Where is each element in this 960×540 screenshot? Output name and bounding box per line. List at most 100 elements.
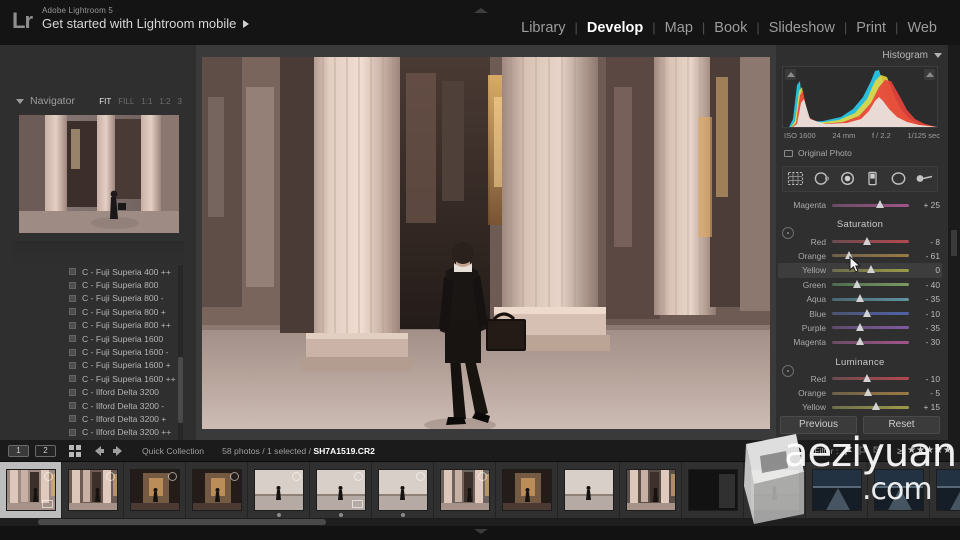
hue-magenta-knob[interactable] [875, 200, 884, 209]
saturation-yellow-track[interactable] [832, 265, 909, 274]
filmstrip-scrollbar[interactable] [0, 518, 960, 526]
luminance-red-track[interactable] [832, 373, 909, 382]
saturation-aqua-row[interactable]: Aqua - 35 [778, 292, 942, 306]
play-arrow-icon[interactable] [243, 19, 250, 28]
adjustment-brush-icon[interactable] [914, 170, 934, 188]
preset-item[interactable]: C - Ilford Delta 3200 [12, 386, 178, 399]
luminance-orange-knob[interactable] [864, 388, 873, 397]
preset-item[interactable]: C - Fuji Superia 800 - [12, 292, 178, 305]
hue-magenta-track[interactable] [832, 200, 909, 209]
filmstrip-thumbnail[interactable] [868, 462, 930, 518]
reset-button[interactable]: Reset [863, 416, 940, 434]
saturation-magenta-row[interactable]: Magenta - 30 [778, 335, 942, 349]
histogram-header[interactable]: Histogram [778, 48, 942, 62]
luminance-yellow-knob[interactable] [871, 402, 880, 411]
saturation-green-knob[interactable] [853, 279, 862, 288]
preset-item[interactable]: C - Fuji Superia 1600 - [12, 345, 178, 358]
chevron-down-icon[interactable] [934, 52, 942, 58]
module-web[interactable]: Web [898, 20, 946, 36]
luminance-yellow-track[interactable] [832, 402, 909, 411]
module-slideshow[interactable]: Slideshow [760, 20, 844, 36]
saturation-red-track[interactable] [832, 236, 909, 245]
saturation-purple-knob[interactable] [855, 322, 864, 331]
filmstrip-thumbnail[interactable] [310, 462, 372, 518]
zoom-level-fit[interactable]: FIT [99, 97, 111, 106]
saturation-red-row[interactable]: Red - 8 [778, 234, 942, 248]
preset-item[interactable]: C - Fuji Superia 1600 ++ [12, 372, 178, 385]
preset-scrollbar[interactable] [178, 265, 183, 453]
top-panel-collapse-arrow[interactable] [473, 6, 489, 14]
saturation-aqua-track[interactable] [832, 294, 909, 303]
second-window-button[interactable]: 2 [35, 444, 56, 457]
filmstrip-thumbnail[interactable] [806, 462, 868, 518]
previous-button[interactable]: Previous [780, 416, 857, 434]
filmstrip-thumbnail[interactable] [682, 462, 744, 518]
preset-item[interactable]: C - Fuji Superia 1600 [12, 332, 178, 345]
filmstrip-thumbnail-selected[interactable] [0, 462, 62, 518]
radial-filter-icon[interactable] [888, 170, 908, 188]
module-library[interactable]: Library [512, 20, 574, 36]
luminance-red-row[interactable]: Red - 10 [778, 372, 942, 386]
module-map[interactable]: Map [656, 20, 702, 36]
filmstrip-scrollbar-thumb[interactable] [38, 519, 326, 525]
highlight-clipping-indicator[interactable] [924, 69, 935, 80]
saturation-purple-row[interactable]: Purple - 35 [778, 321, 942, 335]
grid-view-icon[interactable] [68, 444, 82, 458]
filmstrip-thumbnail[interactable] [372, 462, 434, 518]
luminance-orange-track[interactable] [832, 388, 909, 397]
crop-overlay-icon[interactable] [786, 170, 806, 188]
navigator-header[interactable]: Navigator FIT FILL 1:1 1:2 3 [16, 93, 182, 109]
flag-picked-icon[interactable] [844, 446, 854, 456]
saturation-aqua-knob[interactable] [855, 294, 864, 303]
preset-item[interactable]: C - Ilford Delta 3200 ++ [12, 426, 178, 439]
navigator-preview[interactable] [19, 115, 179, 233]
original-photo-toggle[interactable]: Original Photo [784, 148, 852, 158]
preset-item[interactable]: C - Fuji Superia 800 ++ [12, 319, 178, 332]
zoom-level-1-1[interactable]: 1:1 [141, 97, 152, 106]
saturation-yellow-knob[interactable] [867, 265, 876, 274]
saturation-blue-knob[interactable] [862, 308, 871, 317]
filmstrip-thumbnail[interactable] [744, 462, 806, 518]
preset-item[interactable]: C - Ilford Delta 3200 + [12, 412, 178, 425]
preset-item[interactable]: C - Fuji Superia 1600 + [12, 359, 178, 372]
shadow-clipping-indicator[interactable] [785, 69, 796, 80]
right-panel-handle[interactable] [951, 230, 957, 256]
module-print[interactable]: Print [847, 20, 895, 36]
bottom-panel-collapse-arrow[interactable] [473, 529, 489, 537]
graduated-filter-icon[interactable] [863, 170, 883, 188]
arrow-left-icon[interactable] [92, 444, 106, 458]
preset-item[interactable]: C - Fuji Superia 800 + [12, 305, 178, 318]
preset-item[interactable]: C - Ilford Delta 3200 - [12, 399, 178, 412]
filmstrip-thumbnail[interactable] [124, 462, 186, 518]
saturation-orange-track[interactable] [832, 250, 909, 259]
preset-item[interactable]: C - Fuji Superia 800 [12, 278, 178, 291]
module-develop[interactable]: Develop [578, 20, 652, 36]
chevron-down-icon[interactable] [16, 98, 24, 104]
luminance-red-knob[interactable] [862, 373, 871, 382]
saturation-purple-track[interactable] [832, 322, 909, 331]
quick-collection-label[interactable]: Quick Collection [142, 446, 204, 456]
zoom-level-1-2[interactable]: 1:2 [159, 97, 170, 106]
module-book[interactable]: Book [705, 20, 756, 36]
hue-magenta-row[interactable]: Magenta + 25 [778, 198, 942, 212]
filmstrip-thumbnail[interactable] [62, 462, 124, 518]
main-photo[interactable] [202, 57, 770, 429]
zoom-level-3[interactable]: 3 [178, 97, 182, 106]
main-window-button[interactable]: 1 [8, 444, 29, 457]
flag-rejected-icon[interactable] [872, 446, 882, 456]
histogram-graph[interactable] [782, 66, 938, 128]
saturation-blue-track[interactable] [832, 308, 909, 317]
saturation-green-track[interactable] [832, 279, 909, 288]
saturation-magenta-track[interactable] [832, 337, 909, 346]
red-eye-correction-icon[interactable] [837, 170, 857, 188]
saturation-magenta-knob[interactable] [856, 337, 865, 346]
right-panel-edge[interactable] [948, 45, 960, 440]
preset-scrollbar-thumb[interactable] [178, 357, 183, 423]
filmstrip-thumbnail[interactable] [434, 462, 496, 518]
mobile-tagline[interactable]: Get started with Lightroom mobile [42, 16, 236, 31]
spot-removal-icon[interactable] [811, 170, 831, 188]
rating-comparison-operator[interactable]: ≥ [897, 446, 902, 456]
luminance-yellow-row[interactable]: Yellow + 15 [778, 400, 942, 412]
arrow-right-icon[interactable] [111, 444, 125, 458]
zoom-level-fill[interactable]: FILL [118, 97, 134, 106]
